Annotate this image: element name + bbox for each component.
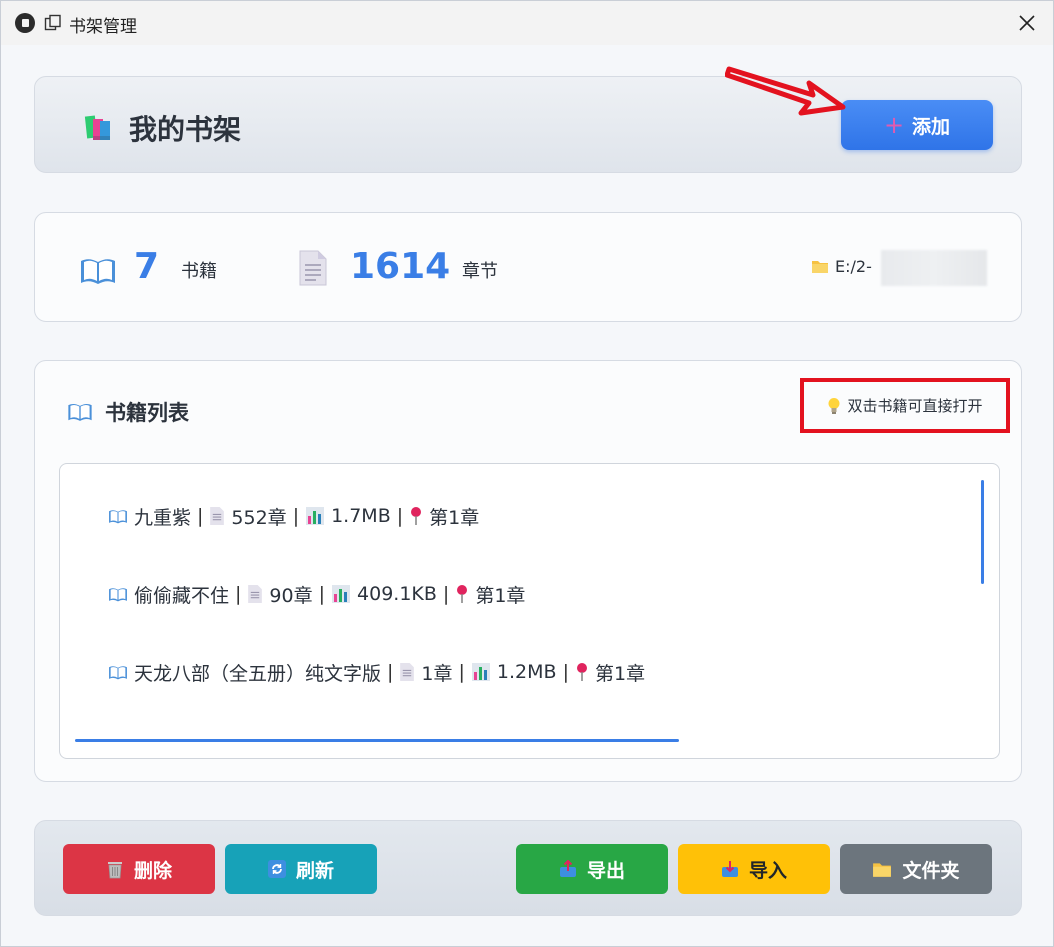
- book-name: 天龙八部（全五册）纯文字版: [134, 662, 382, 685]
- separator: |: [318, 583, 326, 605]
- bookshelf-window: 书架管理 我的书架 + 添加 7 书籍 1614 章节 E:/2- 书籍列表 双…: [0, 0, 1054, 947]
- file-size: 1.2MB: [496, 661, 557, 683]
- separator: |: [292, 505, 300, 527]
- export-icon: [559, 860, 576, 877]
- hint-annotation: 双击书籍可直接打开: [800, 378, 1010, 433]
- open-book-icon: [108, 664, 128, 681]
- plus-icon: +: [883, 111, 905, 139]
- reading-progress: 第1章: [429, 506, 480, 529]
- bar-chart-icon: [331, 584, 351, 604]
- list-item[interactable]: 天龙八部（全五册）纯文字版 | 1章 | 1.2MB | 第1章: [108, 657, 645, 687]
- bar-chart-icon: [305, 506, 325, 526]
- reading-progress: 第1章: [475, 584, 526, 607]
- close-icon: [1019, 15, 1035, 31]
- separator: |: [235, 583, 242, 605]
- shelf-path-text: E:/2-: [835, 257, 872, 276]
- horizontal-scrollbar[interactable]: [75, 739, 679, 742]
- delete-button[interactable]: 删除: [63, 844, 215, 894]
- annotation-arrow-icon: [725, 66, 846, 116]
- export-button-label: 导出: [586, 859, 625, 882]
- book-name: 九重紫: [134, 506, 192, 529]
- book-list-title: 书籍列表: [105, 401, 189, 425]
- window-title: 书架管理: [69, 17, 137, 37]
- separator: |: [458, 661, 465, 683]
- chapters-label: 章节: [462, 261, 498, 282]
- chapter-count: 90章: [269, 584, 313, 607]
- import-button-label: 导入: [748, 859, 787, 882]
- open-book-icon: [108, 586, 128, 603]
- book-list-header: 书籍列表: [67, 397, 189, 427]
- trash-icon: [107, 862, 122, 879]
- separator: |: [197, 505, 204, 527]
- title-bar[interactable]: 书架管理: [1, 1, 1053, 45]
- book-listbox[interactable]: 九重紫 | 552章 | 1.7MB | 第1章 偷偷藏不住 | 90章 | 4…: [59, 463, 1000, 759]
- document-icon: [399, 662, 415, 682]
- refresh-icon: [267, 860, 286, 878]
- pin-icon: [575, 662, 589, 682]
- close-button[interactable]: [1011, 7, 1043, 39]
- restore-icon: [44, 14, 61, 31]
- separator: |: [442, 583, 450, 605]
- header-title-group: 我的书架: [83, 108, 241, 148]
- refresh-button-label: 刷新: [295, 859, 334, 882]
- list-item[interactable]: 偷偷藏不住 | 90章 | 409.1KB | 第1章: [108, 579, 525, 609]
- chapter-count: 552章: [231, 506, 287, 529]
- file-size: 409.1KB: [357, 583, 437, 605]
- page-title: 我的书架: [129, 113, 242, 146]
- action-bar: 删除 刷新 导出 导入 文件夹: [34, 820, 1022, 916]
- folder-icon: [812, 261, 828, 273]
- import-icon: [721, 861, 738, 877]
- chapters-count: 1614: [350, 246, 451, 287]
- chapter-count: 1章: [421, 662, 453, 685]
- books-icon: [84, 115, 110, 140]
- book-list-panel: 书籍列表 双击书籍可直接打开 九重紫 | 552章 | 1.7MB | 第1章 …: [34, 360, 1022, 782]
- document-icon: [247, 584, 263, 604]
- separator: |: [562, 661, 569, 683]
- export-button[interactable]: 导出: [516, 844, 668, 894]
- books-count: 7: [134, 246, 160, 287]
- pin-icon: [455, 584, 469, 604]
- separator: |: [396, 505, 404, 527]
- app-icon: [15, 13, 35, 33]
- stats-panel: 7 书籍 1614 章节 E:/2-: [34, 212, 1022, 322]
- open-book-icon: [81, 259, 115, 284]
- reading-progress: 第1章: [594, 662, 646, 685]
- vertical-scrollbar[interactable]: [981, 480, 984, 584]
- redacted-path: [881, 250, 987, 286]
- shelf-path[interactable]: E:/2-: [811, 257, 872, 276]
- books-label: 书籍: [181, 261, 217, 282]
- hint-text: 双击书籍可直接打开: [847, 397, 983, 415]
- add-button[interactable]: + 添加: [841, 100, 993, 150]
- open-book-icon: [108, 508, 128, 525]
- import-button[interactable]: 导入: [678, 844, 830, 894]
- book-name: 偷偷藏不住: [134, 584, 230, 607]
- list-item[interactable]: 九重紫 | 552章 | 1.7MB | 第1章: [108, 501, 479, 531]
- lightbulb-icon: [828, 397, 840, 414]
- folder-button[interactable]: 文件夹: [840, 844, 992, 894]
- file-size: 1.7MB: [331, 505, 391, 527]
- separator: |: [387, 661, 394, 683]
- header-panel: 我的书架 + 添加: [34, 76, 1022, 173]
- document-icon: [299, 250, 327, 286]
- add-button-label: 添加: [912, 115, 951, 138]
- folder-button-label: 文件夹: [902, 859, 960, 882]
- refresh-button[interactable]: 刷新: [225, 844, 377, 894]
- delete-button-label: 删除: [133, 859, 172, 882]
- folder-icon: [873, 862, 892, 877]
- pin-icon: [409, 506, 423, 526]
- open-book-icon: [68, 403, 92, 421]
- bar-chart-icon: [471, 662, 491, 682]
- document-icon: [209, 506, 225, 526]
